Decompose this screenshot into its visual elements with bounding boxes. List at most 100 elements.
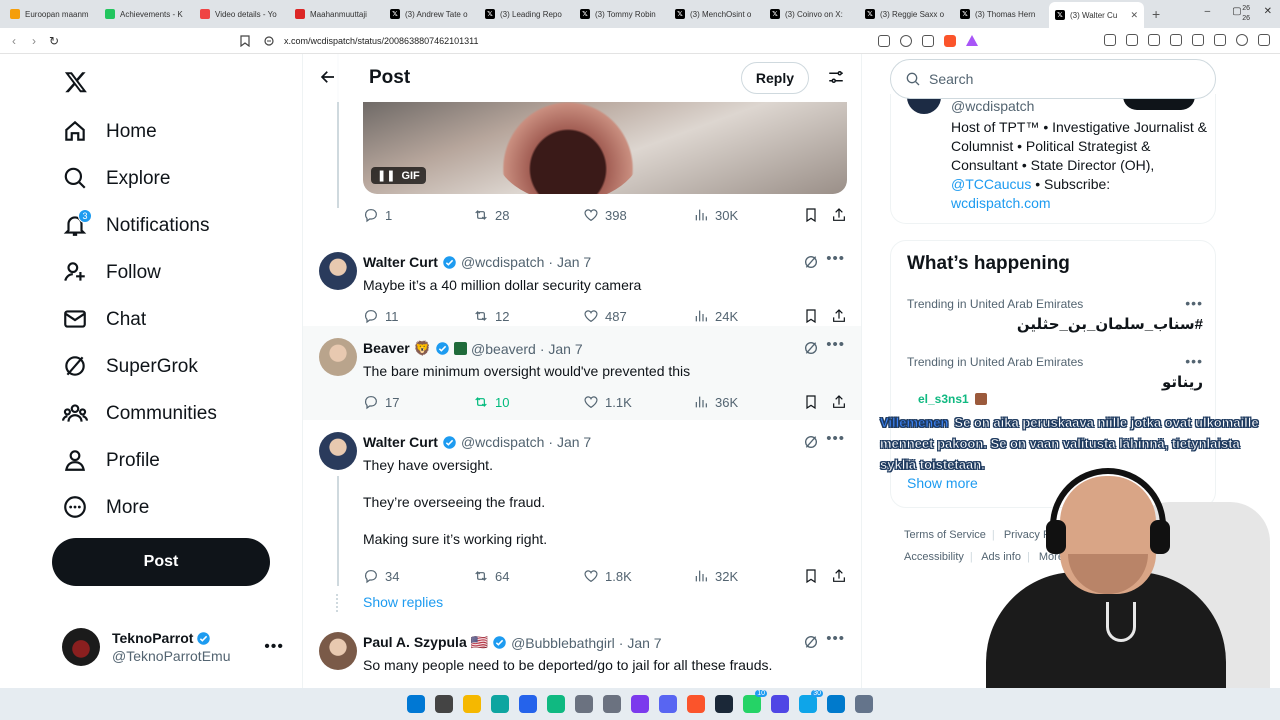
search-input[interactable]: Search	[890, 59, 1216, 99]
screencast-icon[interactable]	[878, 35, 890, 47]
maximize-button[interactable]: ▢	[1232, 6, 1241, 17]
steam-icon[interactable]	[715, 695, 733, 713]
bio-website-link[interactable]: wcdispatch.com	[951, 195, 1051, 211]
avatar[interactable]	[319, 252, 357, 290]
vscode-icon[interactable]	[827, 695, 845, 713]
nav-item-notifications[interactable]: 3 Notifications	[62, 206, 210, 246]
bookmark-icon[interactable]	[803, 568, 819, 584]
author-name[interactable]: Beaver 🦁	[363, 340, 431, 357]
x-logo-icon[interactable]	[64, 70, 88, 94]
reply-button[interactable]: 34	[363, 568, 399, 584]
leo-icon[interactable]	[1214, 34, 1226, 46]
avatar[interactable]	[319, 432, 357, 470]
account-switcher[interactable]: TeknoParrot @TeknoParrotEmu •••	[62, 626, 292, 668]
gif-media[interactable]: ❚❚ GIF	[363, 102, 847, 194]
reply-tweet[interactable]: Walter Curt @wcdispatch · Jan 7 ••• They hav…	[303, 420, 861, 586]
repost-button[interactable]: 10	[473, 394, 509, 410]
bookmark-icon[interactable]	[240, 35, 250, 47]
browser-tab[interactable]: 𝕏 (3) Walter Cu ✕	[1049, 2, 1144, 28]
author-handle[interactable]: @Bubblebathgirl	[511, 635, 615, 651]
like-button[interactable]: 398	[583, 207, 627, 223]
task-view-icon[interactable]	[435, 695, 453, 713]
share-icon[interactable]	[831, 308, 847, 324]
tweet-date[interactable]: · Jan 7	[619, 635, 662, 651]
bookmark-icon[interactable]	[803, 308, 819, 324]
bio-handle[interactable]: @wcdispatch	[951, 98, 1034, 114]
vpn-icon[interactable]	[1236, 34, 1248, 46]
close-tab-icon[interactable]: ✕	[1130, 10, 1138, 21]
reply-tweet[interactable]: Paul A. Szypula 🇺🇸 @Bubblebathgirl · Jan 7…	[303, 620, 861, 688]
brave-shield-icon[interactable]	[944, 35, 956, 47]
store-icon[interactable]	[519, 695, 537, 713]
bookmark-icon[interactable]	[803, 207, 819, 223]
discord-icon[interactable]	[659, 695, 677, 713]
more-icon[interactable]: •••	[264, 638, 284, 656]
sidebar-icon[interactable]	[1170, 34, 1182, 46]
views-button[interactable]: 30K	[693, 207, 738, 223]
windows-start-icon[interactable]	[407, 695, 425, 713]
back-arrow-icon[interactable]	[319, 68, 337, 86]
browser-tab[interactable]: Maahanmuuttaji	[289, 3, 384, 25]
reply-tweet[interactable]: Walter Curt @wcdispatch · Jan 7 ••• Maybe it…	[303, 240, 861, 326]
browser-tab[interactable]: 𝕏 (3) Thomas Hern	[954, 3, 1049, 25]
author-name[interactable]: Paul A. Szypula 🇺🇸	[363, 634, 488, 651]
like-button[interactable]: 1.8K	[583, 568, 632, 584]
share-icon[interactable]	[831, 394, 847, 410]
reload-button[interactable]: ↻	[44, 34, 64, 48]
trend-item[interactable]: Trending in United Arab Emirates ريناتو …	[907, 353, 1203, 391]
nav-item-profile[interactable]: Profile	[62, 441, 160, 481]
gif-badge[interactable]: ❚❚ GIF	[371, 167, 426, 184]
reply-button[interactable]: Reply	[740, 62, 809, 94]
nav-item-explore[interactable]: Explore	[62, 159, 170, 199]
browser-tab[interactable]: Video details - Yo	[194, 3, 289, 25]
browser-tab[interactable]: 𝕏 (3) Tommy Robin	[574, 3, 669, 25]
reply-button[interactable]: 1	[363, 207, 392, 223]
tweet-date[interactable]: · Jan 7	[548, 434, 591, 450]
browser-tab[interactable]: Achievements - K	[99, 3, 194, 25]
views-button[interactable]: 36K	[693, 394, 738, 410]
zoom-icon[interactable]	[900, 35, 912, 47]
site-info-icon[interactable]	[264, 36, 274, 46]
extensions-icon[interactable]	[1104, 34, 1116, 46]
repost-button[interactable]: 64	[473, 568, 509, 584]
nav-item-home[interactable]: Home	[62, 112, 157, 152]
more-icon[interactable]: •••	[1185, 353, 1203, 369]
tweet-date[interactable]: · Jan 7	[548, 254, 591, 270]
close-window-button[interactable]: ✕	[1264, 6, 1272, 17]
back-button[interactable]: ‹	[4, 34, 24, 48]
chat-app-icon[interactable]	[771, 695, 789, 713]
menu-icon[interactable]	[1258, 34, 1270, 46]
nav-item-supergrok[interactable]: SuperGrok	[62, 347, 198, 387]
reply-button[interactable]: 17	[363, 394, 399, 410]
show-replies-link[interactable]: Show replies	[363, 594, 443, 610]
grok-icon[interactable]	[803, 634, 819, 650]
settings-icon[interactable]	[603, 695, 621, 713]
browser-tab[interactable]: 𝕏 (3) Leading Repo	[479, 3, 574, 25]
reply-button[interactable]: 11	[363, 308, 399, 324]
like-button[interactable]: 1.1K	[583, 394, 632, 410]
more-icon[interactable]: •••	[1185, 295, 1203, 311]
author-name[interactable]: Walter Curt	[363, 434, 438, 450]
trend-item[interactable]: Trending in United Arab Emirates #سناب_س…	[907, 295, 1203, 333]
notepad-icon[interactable]	[855, 695, 873, 713]
calculator-icon[interactable]	[575, 695, 593, 713]
wallet-icon[interactable]	[1192, 34, 1204, 46]
repost-button[interactable]: 28	[473, 207, 509, 223]
more-icon[interactable]: •••	[826, 336, 845, 353]
author-name[interactable]: Walter Curt	[363, 254, 438, 270]
filter-icon[interactable]	[827, 68, 845, 86]
more-icon[interactable]: •••	[826, 250, 845, 267]
edge-icon[interactable]	[491, 695, 509, 713]
media-icon[interactable]	[1148, 34, 1160, 46]
share-icon[interactable]	[922, 35, 934, 47]
browser-tab[interactable]: 𝕏 (3) MenchOsint o	[669, 3, 764, 25]
grok-icon[interactable]	[803, 254, 819, 270]
tweet-date[interactable]: · Jan 7	[540, 341, 583, 357]
like-button[interactable]: 487	[583, 308, 627, 324]
author-handle[interactable]: @wcdispatch	[461, 254, 544, 270]
views-button[interactable]: 24K	[693, 308, 738, 324]
views-button[interactable]: 32K	[693, 568, 738, 584]
author-handle[interactable]: @wcdispatch	[461, 434, 544, 450]
pause-icon[interactable]: ❚❚	[377, 169, 395, 182]
avatar[interactable]	[319, 632, 357, 670]
